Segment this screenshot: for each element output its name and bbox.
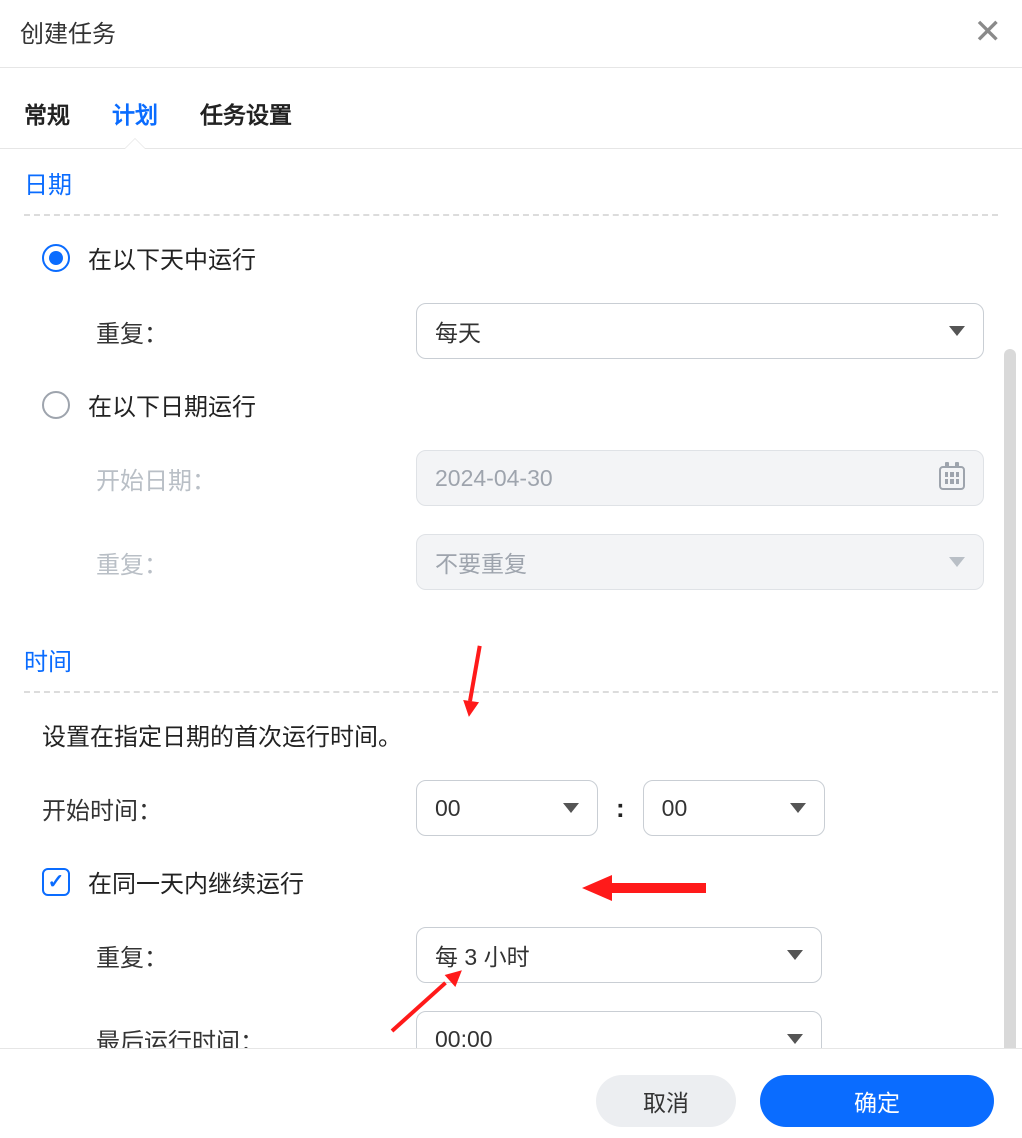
ok-button[interactable]: 确定 bbox=[760, 1075, 994, 1127]
divider bbox=[24, 214, 998, 216]
checkbox-continue-same-day[interactable]: ✓ bbox=[42, 868, 70, 896]
input-start-date-value: 2024-04-30 bbox=[435, 465, 553, 492]
scrollbar-thumb[interactable] bbox=[1004, 349, 1016, 1048]
select-no-repeat: 不要重复 bbox=[416, 534, 984, 590]
time-description: 设置在指定日期的首次运行时间。 bbox=[42, 717, 998, 752]
close-icon[interactable]: ✕ bbox=[974, 15, 1003, 49]
label-no-repeat: 重复： bbox=[96, 545, 416, 580]
select-start-minute[interactable]: 00 bbox=[643, 780, 825, 836]
label-start-time: 开始时间： bbox=[42, 791, 416, 826]
chevron-down-icon bbox=[787, 950, 803, 960]
tab-schedule[interactable]: 计划 bbox=[112, 96, 158, 148]
dialog-footer: 取消 确定 bbox=[0, 1048, 1022, 1138]
chevron-down-icon bbox=[949, 557, 965, 567]
chevron-down-icon bbox=[790, 803, 806, 813]
dialog-title: 创建任务 bbox=[20, 14, 116, 49]
tab-general[interactable]: 常规 bbox=[24, 96, 70, 148]
dialog-header: 创建任务 ✕ bbox=[0, 0, 1022, 68]
radio-run-on-days-label: 在以下天中运行 bbox=[88, 240, 256, 275]
select-start-minute-value: 00 bbox=[662, 795, 790, 822]
dialog-body: 日期 在以下天中运行 重复： 每天 在以下日期运行 开始日期： 2024-04-… bbox=[0, 149, 1022, 1048]
tab-bar: 常规 计划 任务设置 bbox=[0, 68, 1022, 149]
checkbox-continue-same-day-label: 在同一天内继续运行 bbox=[88, 864, 304, 899]
select-time-repeat-value: 每 3 小时 bbox=[435, 938, 787, 972]
select-no-repeat-value: 不要重复 bbox=[435, 545, 949, 579]
label-time-repeat: 重复： bbox=[96, 938, 416, 973]
label-start-date: 开始日期： bbox=[96, 461, 416, 496]
select-start-hour[interactable]: 00 bbox=[416, 780, 598, 836]
label-repeat-days: 重复： bbox=[96, 314, 416, 349]
radio-run-on-date[interactable] bbox=[42, 391, 70, 419]
cancel-button[interactable]: 取消 bbox=[596, 1075, 736, 1127]
chevron-down-icon bbox=[949, 326, 965, 336]
select-start-hour-value: 00 bbox=[435, 795, 563, 822]
calendar-icon bbox=[939, 466, 965, 490]
select-last-run-time-value: 00:00 bbox=[435, 1026, 787, 1049]
section-date-title: 日期 bbox=[24, 159, 998, 214]
select-last-run-time[interactable]: 00:00 bbox=[416, 1011, 822, 1048]
select-time-repeat[interactable]: 每 3 小时 bbox=[416, 927, 822, 983]
label-last-run-time: 最后运行时间： bbox=[96, 1022, 416, 1049]
scrollbar[interactable] bbox=[1004, 349, 1018, 1048]
input-start-date: 2024-04-30 bbox=[416, 450, 984, 506]
divider bbox=[24, 691, 998, 693]
select-repeat-days-value: 每天 bbox=[435, 314, 949, 348]
radio-run-on-days[interactable] bbox=[42, 244, 70, 272]
chevron-down-icon bbox=[563, 803, 579, 813]
tab-task-settings[interactable]: 任务设置 bbox=[200, 96, 292, 148]
section-time-title: 时间 bbox=[24, 636, 998, 691]
create-task-dialog: 创建任务 ✕ 常规 计划 任务设置 日期 在以下天中运行 重复： 每天 在以下日… bbox=[0, 0, 1022, 1138]
time-colon: : bbox=[598, 793, 643, 824]
chevron-down-icon bbox=[787, 1034, 803, 1044]
radio-run-on-date-label: 在以下日期运行 bbox=[88, 387, 256, 422]
select-repeat-days[interactable]: 每天 bbox=[416, 303, 984, 359]
